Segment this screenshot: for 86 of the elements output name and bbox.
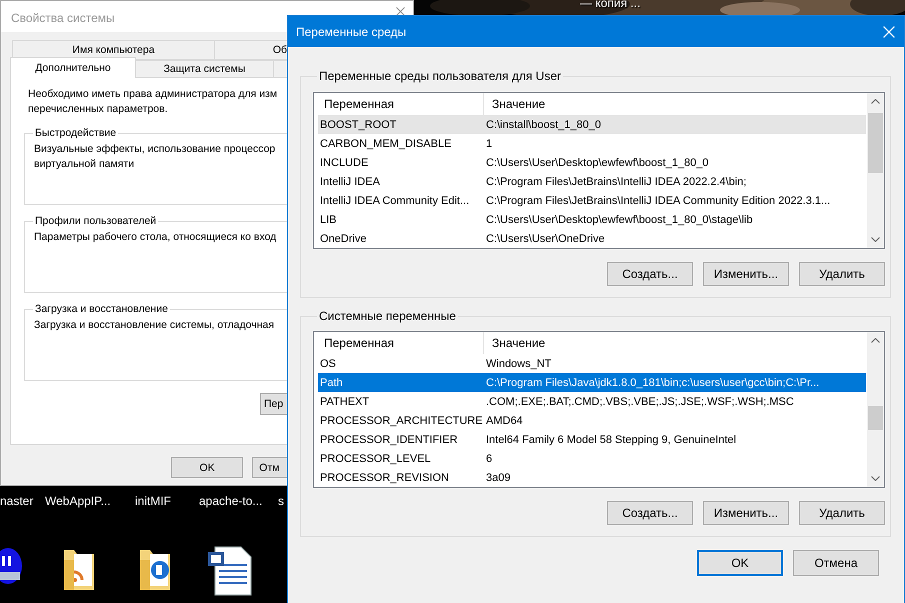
tab[interactable]: Дополнительно (10, 57, 136, 78)
table-cell-text: AMD64 (485, 414, 523, 426)
table-cell-text: LIB (319, 214, 338, 226)
list-row[interactable]: IntelliJ IDEA Community Edit... C:\Program Files\JetBrains\IntelliJ IDEA Community Edition 2022.3.1... (318, 191, 866, 210)
list-row[interactable]: PROCESSOR_IDENTIFIER Intel64 Family 6 Model 58 Stepping 9, GenuineIntel (318, 430, 866, 449)
scrollbar[interactable] (867, 332, 884, 487)
group-text: Загрузка и восстановление системы, отладочная (34, 318, 276, 333)
description-text: Необходимо иметь права администратора для изм перечисленных параметров. (28, 87, 278, 117)
scrollbar-thumb[interactable] (868, 113, 883, 173)
group-title: Переменные среды пользователя для User (318, 69, 562, 83)
table-cell-text: IntelliJ IDEA (319, 176, 381, 188)
list-row[interactable]: CARBON_MEM_DISABLE 1 (318, 134, 866, 153)
window-title: Переменные среды (296, 24, 406, 38)
list-row[interactable]: OneDrive C:\Users\User\OneDrive (318, 229, 866, 248)
dialog-button[interactable]: OK (697, 550, 783, 576)
table-cell-text: Intel64 Family 6 Model 58 Stepping 9, GenuineIntel (485, 434, 736, 446)
table-cell-text: PROCESSOR_IDENTIFIER (319, 434, 459, 446)
group-title: Загрузка и восстановление (34, 303, 169, 315)
dialog-button[interactable]: Изменить... (703, 501, 789, 525)
list-row[interactable]: LIB C:\Users\User\Desktop\ewfewf\boost_1_80_0\stage\lib (318, 210, 866, 229)
desktop-icon-label[interactable]: naster (0, 494, 34, 508)
desktop-icon-label[interactable]: s (278, 494, 284, 508)
dialog-button[interactable]: Отм (252, 457, 287, 478)
window-title: Свойства системы (11, 11, 115, 25)
table-cell-text: OneDrive (319, 232, 368, 244)
desktop-icon-label[interactable]: — копия ... (580, 0, 640, 10)
column-header[interactable]: Значение (484, 93, 546, 115)
tab[interactable]: Имя компьютера (12, 40, 215, 60)
list-row[interactable]: PROCESSOR_LEVEL 6 (318, 449, 866, 468)
chevron-up-icon[interactable] (871, 99, 880, 104)
scrollbar[interactable] (867, 93, 884, 248)
list-row[interactable]: BOOST_ROOT C:\install\boost_1_80_0 (318, 115, 866, 134)
group-text: Визуальные эффекты, использование процессор виртуальной памяти (34, 142, 276, 172)
list-row[interactable]: PROCESSOR_REVISION 3a09 (318, 468, 866, 487)
table-cell-text: PROCESSOR_REVISION (319, 472, 450, 484)
table-cell-text: PATHEXT (319, 396, 370, 408)
table-cell-text: PROCESSOR_LEVEL (319, 452, 432, 464)
table-cell-text: OS (319, 358, 337, 370)
table-cell-text: C:\Program Files\JetBrains\IntelliJ IDEA 2022.2.4\bin; (485, 176, 746, 188)
desktop-icon-label[interactable]: initMIF (135, 494, 171, 508)
list-row[interactable]: PROCESSOR_ARCHITECTURE AMD64 (318, 411, 866, 430)
table-cell-text: Path (319, 376, 344, 388)
table-cell-text: CARBON_MEM_DISABLE (319, 138, 452, 150)
dialog-button[interactable]: Удалить (799, 262, 885, 286)
table-cell-text: .COM;.EXE;.BAT;.CMD;.VBS;.VBE;.JS;.JSE;.WSF;.WSH;.MSC (485, 396, 794, 408)
group-text: Параметры рабочего стола, относящиеся ко вход (34, 230, 278, 245)
tab[interactable]: Об (215, 40, 287, 60)
dialog-button[interactable]: Создать... (607, 262, 693, 286)
list-row[interactable]: OS Windows_NT (318, 354, 866, 373)
table-cell-text: 3a09 (485, 472, 510, 484)
list-row[interactable]: PATHEXT .COM;.EXE;.BAT;.CMD;.VBS;.VBE;.JS;.JSE;.WSF;.WSH;.MSC (318, 392, 866, 411)
desktop-icon-label[interactable]: apache-to... (199, 494, 262, 508)
list-row[interactable]: IntelliJ IDEA C:\Program Files\JetBrains\IntelliJ IDEA 2022.2.4\bin; (318, 172, 866, 191)
dialog-button[interactable]: Создать... (607, 501, 693, 525)
table-cell-text: C:\Users\User\Desktop\ewfewf\boost_1_80_0\stage\lib (485, 214, 753, 226)
table-cell-text: C:\Program Files\Java\jdk1.8.0_181\bin;c:\users\user\gcc\bin;C:\Pr... (485, 376, 820, 388)
list-row[interactable]: Path C:\Program Files\Java\jdk1.8.0_181\bin;c:\users\user\gcc\bin;C:\Pr... (318, 373, 866, 392)
table-cell-text: Windows_NT (485, 358, 552, 370)
dialog-button[interactable]: Отмена (793, 550, 879, 576)
dialog-button[interactable]: OK (171, 457, 244, 478)
tab[interactable]: Защита системы (136, 60, 274, 78)
column-header[interactable]: Переменная (314, 332, 484, 354)
table-cell-text: 1 (485, 138, 492, 150)
parameters-button[interactable]: Пер (260, 393, 287, 415)
group-title: Быстродействие (34, 127, 118, 139)
table-cell-text: C:\install\boost_1_80_0 (485, 118, 601, 130)
table-cell-text: C:\Users\User\OneDrive (485, 232, 605, 244)
dialog-button[interactable]: Изменить... (703, 262, 789, 286)
table-cell-text: BOOST_ROOT (319, 118, 398, 130)
column-header[interactable]: Значение (484, 332, 546, 354)
desktop-icon-label[interactable]: WebAppIP... (45, 494, 111, 508)
chevron-up-icon[interactable] (871, 338, 880, 343)
table-cell-text: PROCESSOR_ARCHITECTURE (319, 414, 484, 426)
close-icon[interactable] (396, 7, 405, 16)
chevron-down-icon[interactable] (871, 237, 880, 242)
list-row[interactable]: INCLUDE C:\Users\User\Desktop\ewfewf\boost_1_80_0 (318, 153, 866, 172)
group-title: Профили пользователей (34, 215, 158, 227)
chevron-down-icon[interactable] (871, 476, 880, 481)
table-cell-text: INCLUDE (319, 156, 370, 168)
table-cell-text: IntelliJ IDEA Community Edit... (319, 194, 470, 206)
table-cell-text: C:\Program Files\JetBrains\IntelliJ IDEA Community Edition 2022.3.1... (485, 194, 830, 206)
scrollbar-thumb[interactable] (868, 406, 883, 430)
group-title: Системные переменные (318, 309, 457, 323)
dialog-button[interactable]: Удалить (799, 501, 885, 525)
table-cell-text: C:\Users\User\Desktop\ewfewf\boost_1_80_0 (485, 156, 709, 168)
table-cell-text: 6 (485, 452, 492, 464)
